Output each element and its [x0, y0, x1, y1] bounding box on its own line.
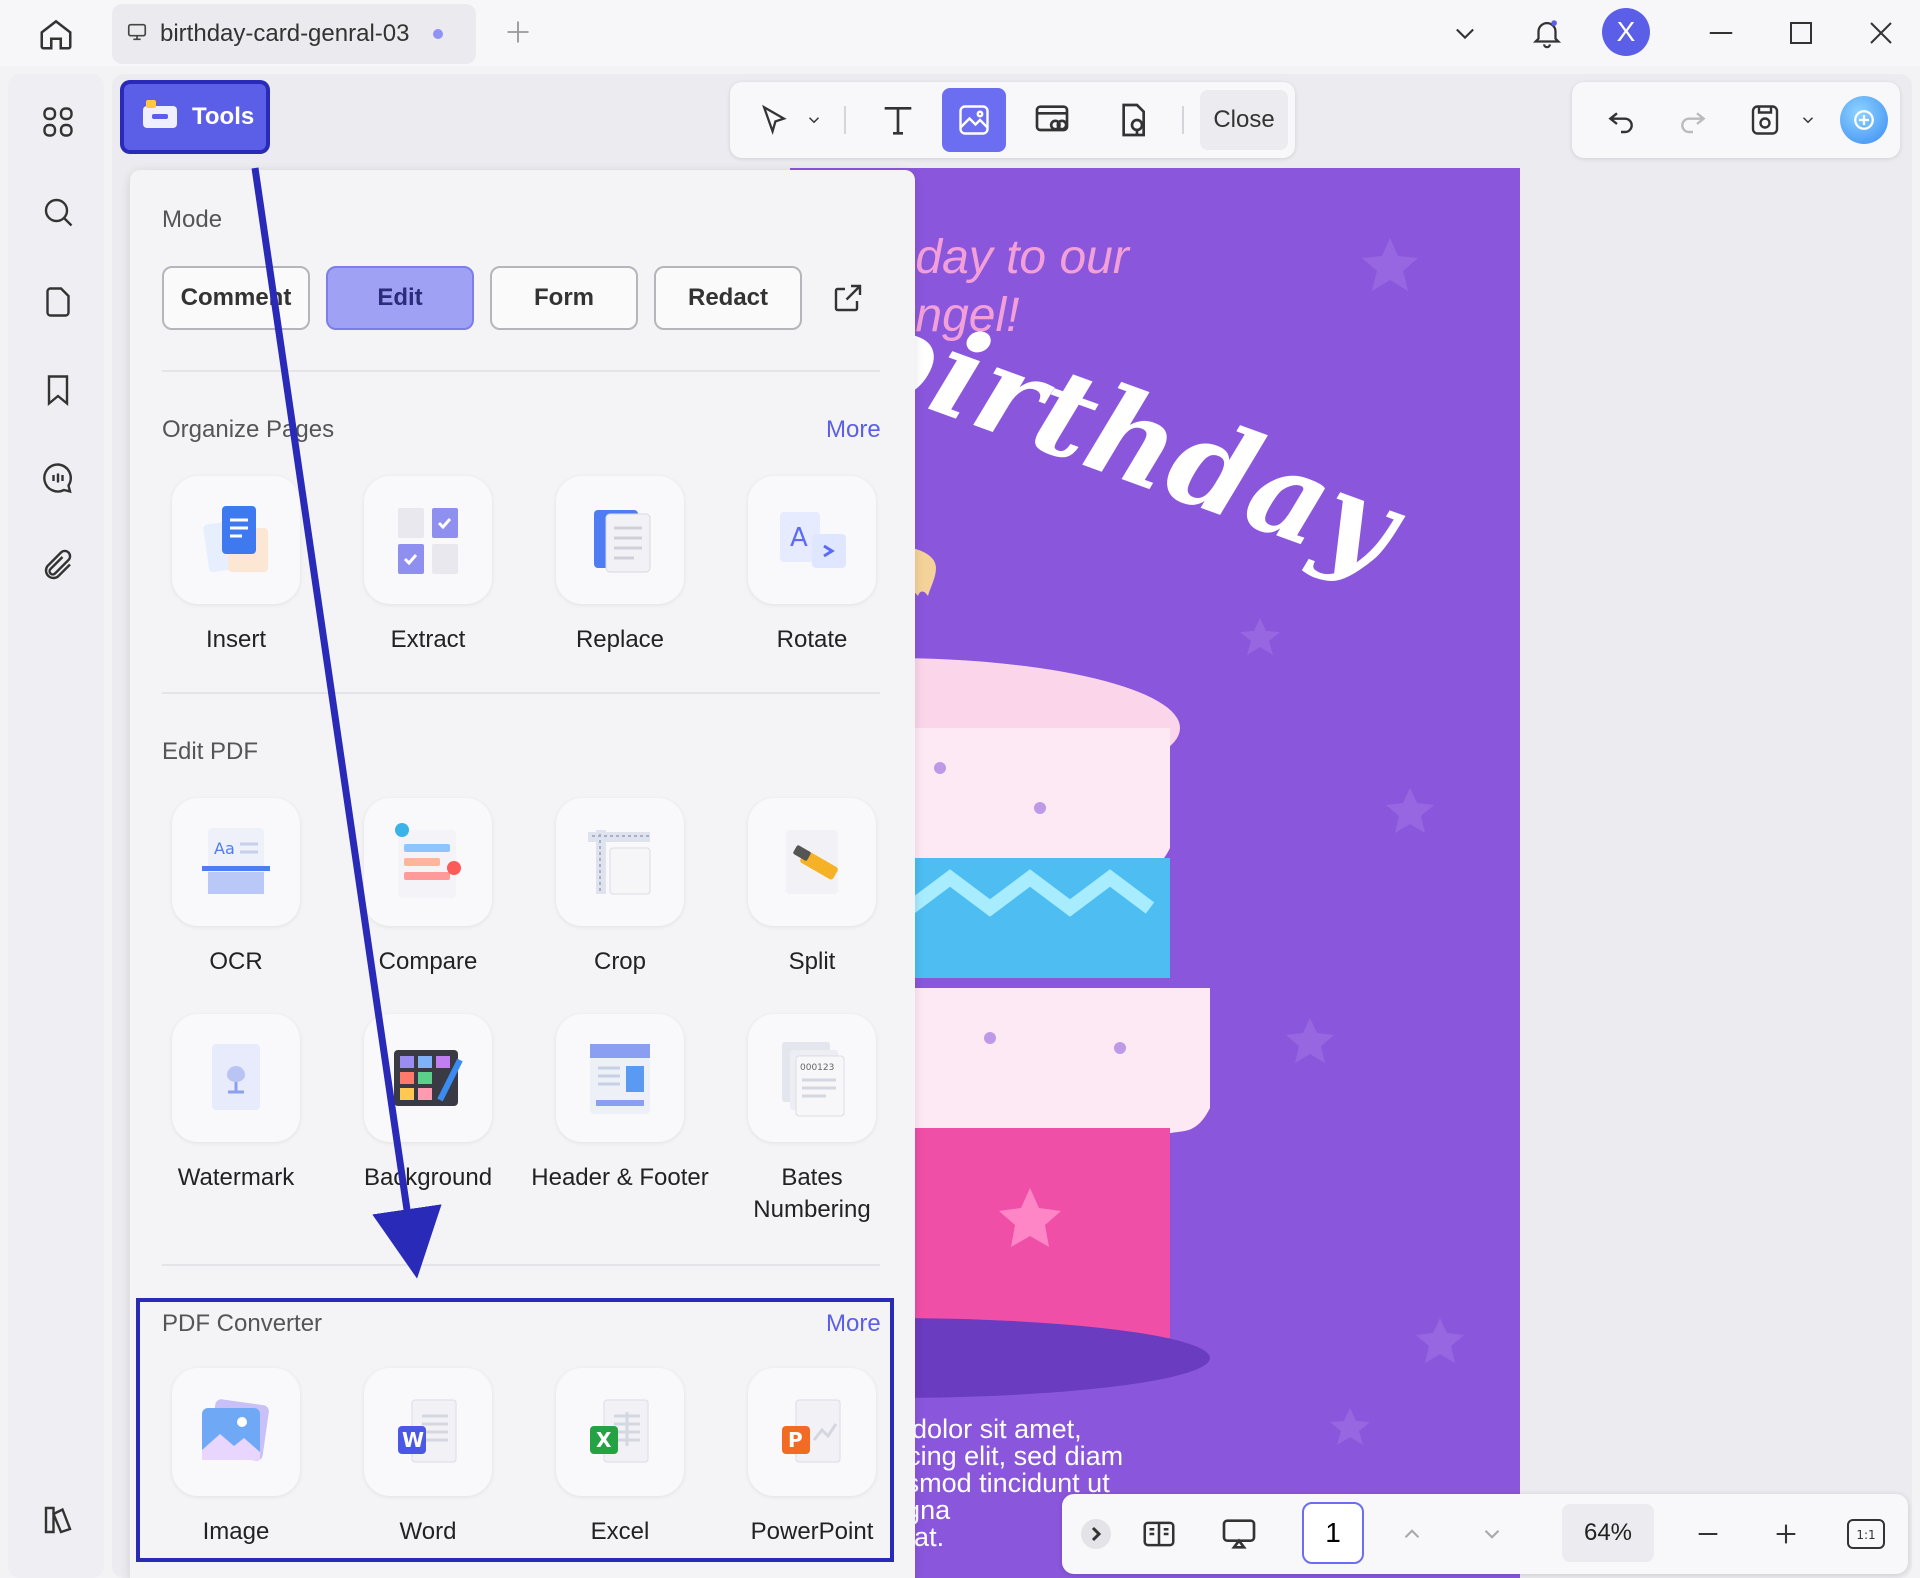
next-page-icon[interactable]: [1468, 1510, 1516, 1558]
zoom-out-icon[interactable]: [1684, 1510, 1732, 1558]
page-number-input[interactable]: [1302, 1502, 1364, 1564]
reading-mode-icon[interactable]: [1132, 1510, 1186, 1558]
presentation-icon[interactable]: [1212, 1510, 1266, 1558]
actual-size-button[interactable]: 1:1: [1842, 1510, 1890, 1558]
annotation-arrow: [251, 167, 442, 1279]
expand-panel-icon[interactable]: [1072, 1510, 1120, 1558]
zoom-in-icon[interactable]: [1762, 1510, 1810, 1558]
previous-page-icon[interactable]: [1388, 1510, 1436, 1558]
zoom-level[interactable]: 64%: [1562, 1504, 1654, 1562]
actual-size-label: 1:1: [1856, 1528, 1875, 1542]
status-bar: 64% 1:1: [1062, 1494, 1908, 1574]
